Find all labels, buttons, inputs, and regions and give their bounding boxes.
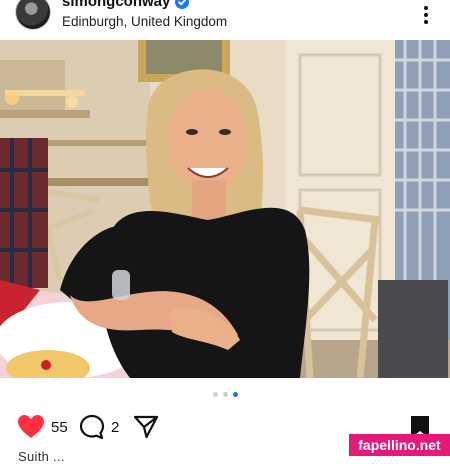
comment-icon[interactable]: [79, 414, 105, 440]
username[interactable]: simongconway: [62, 0, 170, 10]
username-row[interactable]: simongconway: [62, 0, 190, 10]
watermark: fapellino.net: [349, 434, 450, 456]
like-button[interactable]: 55: [17, 414, 68, 440]
share-icon[interactable]: [133, 414, 159, 440]
comment-button[interactable]: 2: [79, 414, 119, 440]
post-header: simongconway Edinburgh, United Kingdom: [0, 0, 450, 40]
carousel-indicator: [0, 392, 450, 397]
carousel-dot: [222, 392, 228, 397]
post-photo[interactable]: [0, 40, 450, 378]
caption-preview[interactable]: Suith ...: [18, 449, 65, 464]
carousel-dot: [212, 392, 218, 397]
carousel-dot-active: [232, 392, 238, 397]
likes-count[interactable]: 55: [51, 419, 68, 436]
more-vertical-icon[interactable]: [414, 3, 438, 27]
heart-icon[interactable]: [17, 414, 45, 440]
verified-badge-icon: [175, 0, 190, 9]
share-button[interactable]: [133, 414, 159, 440]
location-link[interactable]: Edinburgh, United Kingdom: [62, 14, 227, 29]
comments-count[interactable]: 2: [111, 419, 119, 436]
avatar[interactable]: [16, 0, 50, 29]
